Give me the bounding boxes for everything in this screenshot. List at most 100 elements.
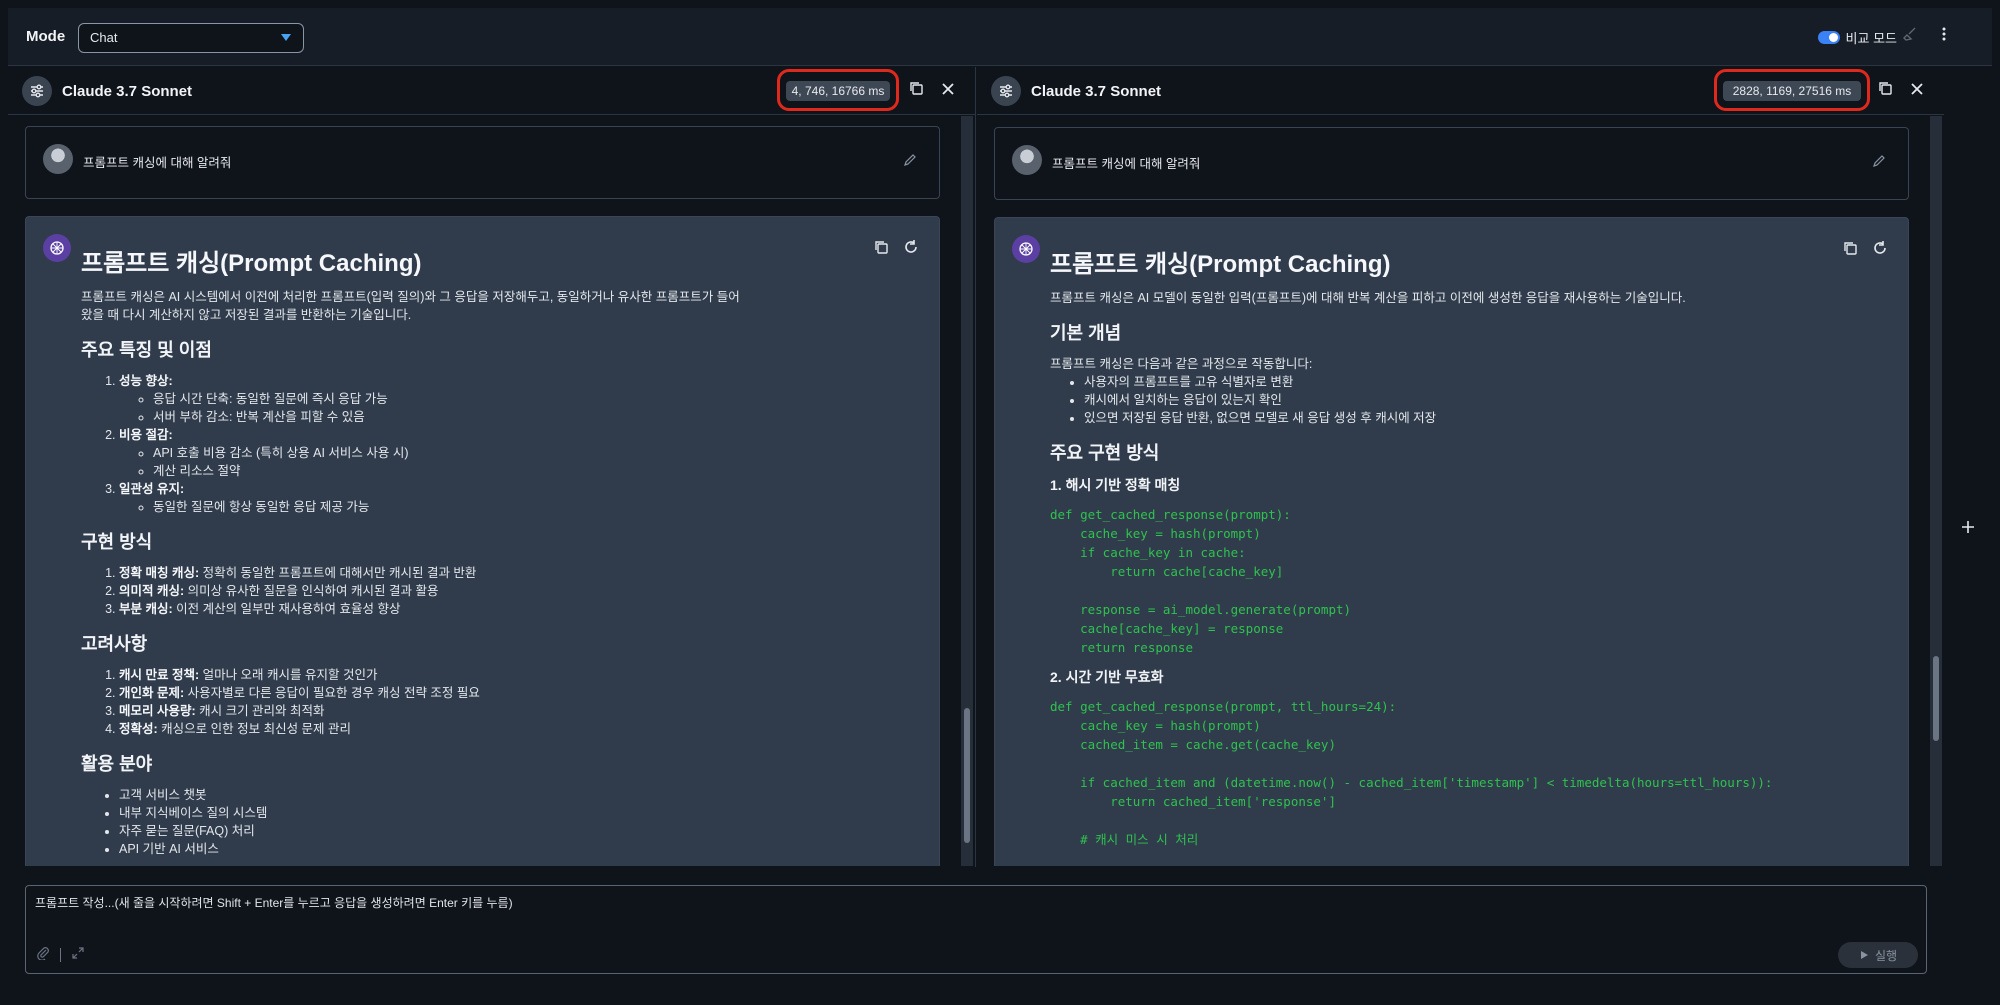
edit-icon[interactable]: [1872, 154, 1886, 168]
compare-mode-toggle[interactable]: 비교 모드: [1817, 28, 1897, 47]
play-icon: [1860, 951, 1868, 959]
section-heading: 주요 구현 방식: [1050, 443, 1160, 463]
scrollbar[interactable]: [1930, 116, 1942, 866]
list-item: 계산 리소스 절약: [153, 462, 899, 480]
scrollbar-thumb[interactable]: [964, 708, 970, 843]
expand-icon[interactable]: [71, 946, 85, 963]
conversation-scroll-area[interactable]: 프롬프트 캐싱에 대해 알려줘 프롬프트 캐싱(Prompt Caching) …: [8, 116, 975, 866]
attachment-icon[interactable]: [36, 946, 50, 963]
ai-brain-icon: [43, 234, 71, 262]
conversation-scroll-area[interactable]: 프롬프트 캐싱에 대해 알려줘 프롬프트 캐싱(Prompt Caching) …: [977, 116, 1944, 866]
list-item: 자주 묻는 질문(FAQ) 처리: [119, 822, 899, 840]
section-heading: 구현 방식: [81, 532, 153, 552]
considerations-list: 캐시 만료 정책: 얼마나 오래 캐시를 유지할 것인가 개인화 문제: 사용자…: [105, 666, 899, 738]
mode-select[interactable]: Chat: [78, 23, 304, 53]
mode-label: Mode: [26, 28, 66, 45]
metrics-highlight: 4, 746, 16766 ms: [777, 69, 899, 111]
list-item: 정확 매칭 캐싱: 정확히 동일한 프롬프트에 대해서만 캐시된 결과 반환: [119, 564, 899, 582]
code-block: def get_cached_response(prompt, ttl_hour…: [1050, 699, 1773, 847]
edit-icon[interactable]: [903, 153, 917, 167]
user-message-card: 프롬프트 캐싱에 대해 알려줘: [994, 127, 1909, 200]
implementation-list: 정확 매칭 캐싱: 정확히 동일한 프롬프트에 대해서만 캐시된 결과 반환 의…: [105, 564, 899, 618]
section-heading: 기본 개념: [1050, 323, 1122, 343]
response-intro-line2: 왔을 때 다시 계산하지 않고 저장된 결과를 반환하는 기술입니다.: [81, 308, 412, 322]
list-item: 비용 절감: API 호출 비용 감소 (특히 상용 AI 서비스 사용 시)계…: [119, 426, 899, 480]
section-heading: 활용 분야: [81, 754, 153, 774]
avatar: [1012, 145, 1042, 175]
metrics-highlight: 2828, 1169, 27516 ms: [1714, 69, 1870, 111]
compare-mode-label: 비교 모드: [1845, 31, 1897, 46]
benefits-list: 성능 향상: 응답 시간 단축: 동일한 질문에 즉시 응답 가능서버 부하 감…: [105, 372, 899, 516]
refresh-icon[interactable]: [1872, 240, 1888, 260]
close-icon[interactable]: [938, 80, 958, 100]
list-item: 메모리 사용량: 캐시 크기 관리와 최적화: [119, 702, 899, 720]
section-heading: 고려사항: [81, 634, 148, 654]
add-panel-icon[interactable]: [1960, 518, 1976, 541]
list-item: 정확성: 캐싱으로 인한 정보 최신성 문제 관리: [119, 720, 899, 738]
prompt-composer[interactable]: 프롬프트 작성...(새 줄을 시작하려면 Shift + Enter를 누르고…: [25, 885, 1927, 974]
sliders-icon: [1000, 84, 1012, 98]
panel-header: Claude 3.7 Sonnet 2828, 1169, 27516 ms: [977, 67, 1944, 115]
section-heading: 주요 특징 및 이점: [81, 340, 212, 360]
broom-icon[interactable]: [1900, 26, 1920, 46]
list-item: 내부 지식베이스 질의 시스템: [119, 804, 899, 822]
model-settings-button[interactable]: [991, 76, 1021, 106]
assistant-response-card: 프롬프트 캐싱(Prompt Caching) 프롬프트 캐싱은 AI 모델이 …: [994, 217, 1909, 866]
refresh-icon[interactable]: [903, 239, 919, 259]
subsection-heading: 1. 해시 기반 정확 매칭: [1050, 477, 1181, 493]
copy-icon[interactable]: [1875, 80, 1895, 100]
list-item: 일관성 유지: 동일한 질문에 항상 동일한 응답 제공 가능: [119, 480, 899, 516]
response-metrics: 4, 746, 16766 ms: [786, 81, 890, 101]
user-message-card: 프롬프트 캐싱에 대해 알려줘: [25, 126, 940, 199]
list-item: 서버 부하 감소: 반복 계산을 피할 수 있음: [153, 408, 899, 426]
response-intro: 프롬프트 캐싱은 AI 모델이 동일한 입력(프롬프트)에 대해 반복 계산을 …: [1050, 291, 1686, 305]
list-item: 부분 캐싱: 이전 계산의 일부만 재사용하여 효율성 향상: [119, 600, 899, 618]
model-settings-button[interactable]: [22, 76, 52, 106]
list-item: 고객 서비스 챗봇: [119, 786, 899, 804]
list-item: 의미적 캐싱: 의미상 유사한 질문을 인식하여 캐시된 결과 활용: [119, 582, 899, 600]
more-vertical-icon[interactable]: [1934, 26, 1954, 46]
list-item: 사용자의 프롬프트를 고유 식별자로 변환: [1084, 373, 1868, 391]
list-item: 동일한 질문에 항상 동일한 응답 제공 가능: [153, 498, 899, 516]
ai-brain-icon: [1012, 235, 1040, 263]
chevron-down-icon: [281, 34, 291, 41]
close-icon[interactable]: [1907, 80, 1927, 100]
prompt-input[interactable]: 프롬프트 작성...(새 줄을 시작하려면 Shift + Enter를 누르고…: [35, 894, 513, 911]
list-item: API 호출 비용 감소 (특히 상용 AI 서비스 사용 시): [153, 444, 899, 462]
response-paragraph: 프롬프트 캐싱은 다음과 같은 과정으로 작동합니다:: [1050, 357, 1313, 371]
response-content: 프롬프트 캐싱(Prompt Caching) 프롬프트 캐싱은 AI 시스템에…: [81, 249, 899, 858]
process-list: 사용자의 프롬프트를 고유 식별자로 변환 캐시에서 일치하는 응답이 있는지 …: [1070, 373, 1868, 427]
compare-panel-left: Claude 3.7 Sonnet 4, 746, 16766 ms 프롬프트 …: [8, 67, 976, 867]
compare-panel-right: Claude 3.7 Sonnet 2828, 1169, 27516 ms 프…: [977, 67, 1944, 867]
model-name: Claude 3.7 Sonnet: [62, 83, 193, 100]
list-item: API 기반 AI 서비스: [119, 840, 899, 858]
model-name: Claude 3.7 Sonnet: [1031, 83, 1162, 100]
top-bar: Mode Chat 비교 모드: [8, 8, 1992, 66]
response-title: 프롬프트 캐싱(Prompt Caching): [81, 250, 422, 277]
copy-icon[interactable]: [906, 80, 926, 100]
run-button-label: 실행: [1874, 948, 1898, 963]
mode-select-value: Chat: [90, 30, 118, 45]
response-intro: 프롬프트 캐싱은 AI 시스템에서 이전에 처리한 프롬프트(입력 질의)와 그…: [81, 290, 740, 304]
response-title: 프롬프트 캐싱(Prompt Caching): [1050, 251, 1391, 278]
response-content: 프롬프트 캐싱(Prompt Caching) 프롬프트 캐싱은 AI 모델이 …: [1050, 250, 1868, 855]
assistant-response-card: 프롬프트 캐싱(Prompt Caching) 프롬프트 캐싱은 AI 시스템에…: [25, 216, 940, 866]
subsection-heading: 2. 시간 기반 무효화: [1050, 669, 1164, 685]
avatar: [43, 144, 73, 174]
use-cases-list: 고객 서비스 챗봇 내부 지식베이스 질의 시스템 자주 묻는 질문(FAQ) …: [105, 786, 899, 858]
scrollbar[interactable]: [961, 116, 973, 866]
list-item: 캐시에서 일치하는 응답이 있는지 확인: [1084, 391, 1868, 409]
list-item: 응답 시간 단축: 동일한 질문에 즉시 응답 가능: [153, 390, 899, 408]
list-item: 성능 향상: 응답 시간 단축: 동일한 질문에 즉시 응답 가능서버 부하 감…: [119, 372, 899, 426]
list-item: 개인화 문제: 사용자별로 다른 응답이 필요한 경우 캐싱 전략 조정 필요: [119, 684, 899, 702]
scrollbar-thumb[interactable]: [1933, 656, 1939, 741]
toggle-switch[interactable]: [1817, 31, 1840, 44]
list-item: 캐시 만료 정책: 얼마나 오래 캐시를 유지할 것인가: [119, 666, 899, 684]
user-prompt-text: 프롬프트 캐싱에 대해 알려줘: [83, 156, 232, 170]
response-metrics: 2828, 1169, 27516 ms: [1723, 81, 1861, 101]
composer-tools: [36, 946, 85, 963]
run-button[interactable]: 실행: [1838, 942, 1918, 968]
list-item: 있으면 저장된 응답 반환, 없으면 모델로 새 응답 생성 후 캐시에 저장: [1084, 409, 1868, 427]
user-prompt-text: 프롬프트 캐싱에 대해 알려줘: [1052, 157, 1201, 171]
sliders-icon: [31, 84, 43, 98]
